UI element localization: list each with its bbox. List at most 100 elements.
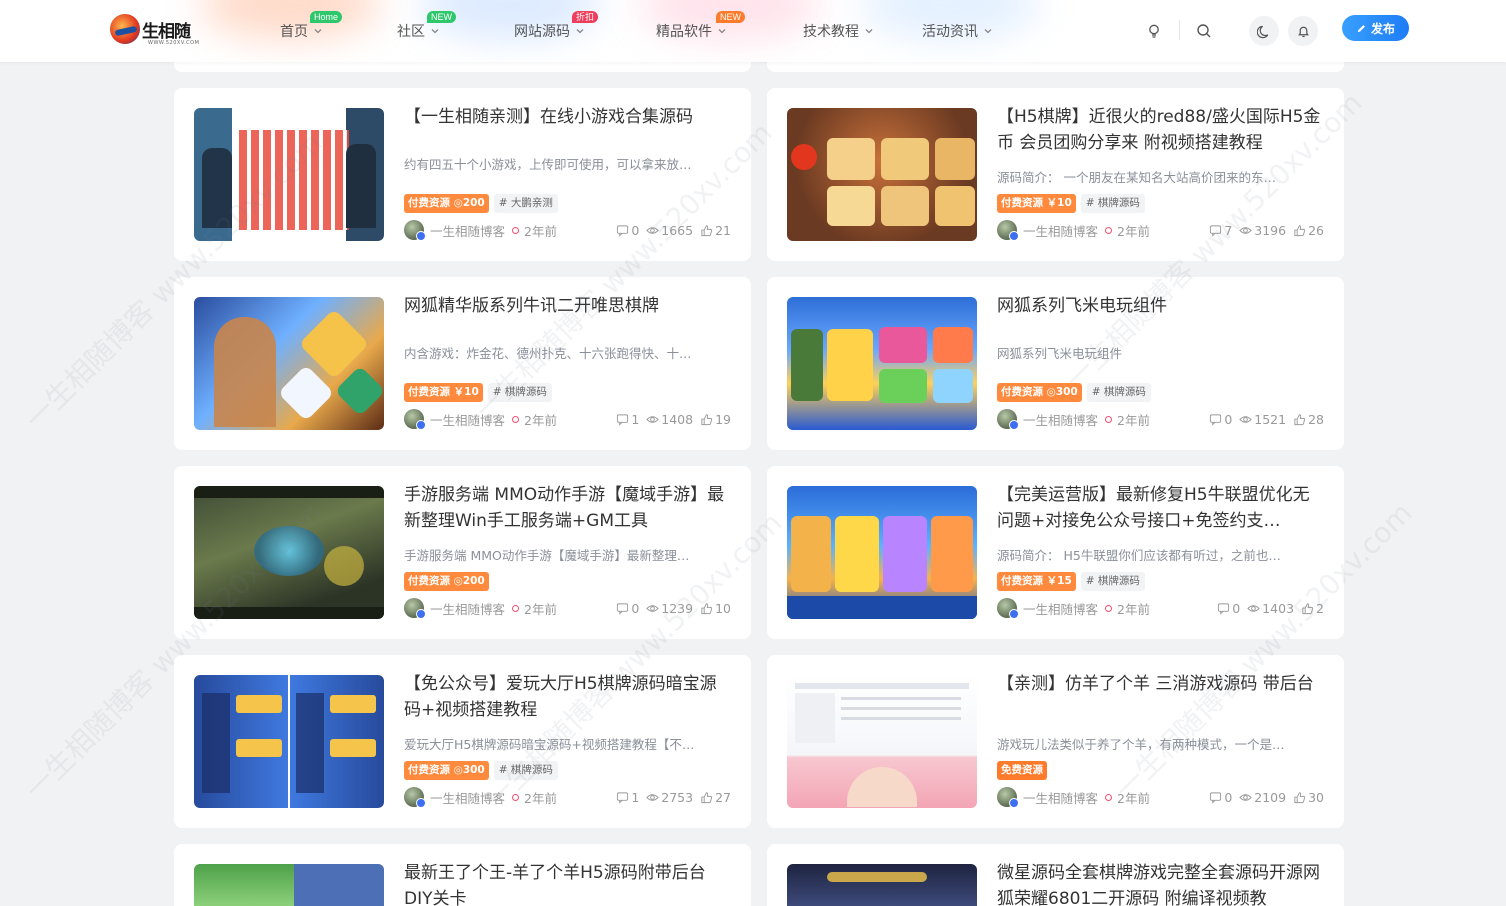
post-meta: 一生相随博客 2年前 0 1521 28	[997, 409, 1324, 430]
thumbs-up-icon	[701, 602, 713, 614]
post-thumbnail[interactable]	[787, 297, 977, 430]
post-card[interactable]: 网狐精华版系列牛讯二开唯思棋牌 内含游戏：炸金花、德州扑克、十六张跑得快、十… …	[174, 277, 751, 450]
category-tag[interactable]: # 棋牌源码	[1080, 572, 1145, 591]
post-thumbnail[interactable]	[787, 675, 977, 808]
author-name[interactable]: 一生相随博客	[430, 788, 505, 807]
author-name[interactable]: 一生相随博客	[1023, 788, 1098, 807]
nav-label: 首页	[280, 24, 308, 40]
price-tag[interactable]: 付费资源 ￥10	[404, 383, 483, 402]
site-logo[interactable]: 生相随 WWW.520XV.COM	[110, 12, 199, 46]
price-tag[interactable]: 付费资源 ￥15	[997, 572, 1076, 591]
category-tag[interactable]: # 棋牌源码	[1086, 383, 1151, 402]
author-name[interactable]: 一生相随博客	[430, 221, 505, 240]
post-thumbnail[interactable]	[194, 675, 384, 808]
post-thumbnail[interactable]	[194, 486, 384, 619]
nav-badge: 折扣	[572, 11, 599, 23]
post-title[interactable]: 【完美运营版】最新修复H5牛联盟优化无问题+对接免公众号接口+免签约支…	[997, 482, 1322, 534]
price-tag[interactable]: 付费资源 ◎300	[997, 383, 1082, 402]
time-dot-icon	[512, 226, 520, 234]
nav-item-news[interactable]: 活动资讯	[922, 0, 1022, 62]
post-meta: 一生相随博客 2年前 0 1665 21	[404, 220, 731, 241]
author-name[interactable]: 一生相随博客	[1023, 221, 1098, 240]
view-count: 1521	[1254, 411, 1287, 427]
price-tag[interactable]: 付费资源 ◎200	[404, 572, 489, 591]
category-tag[interactable]: # 大鹏亲测	[493, 194, 558, 213]
nav-item-software[interactable]: 精品软件 NEW	[656, 0, 803, 62]
comment-count: 7	[1224, 222, 1233, 238]
post-title[interactable]: 【亲测】仿羊了个羊 三消游戏源码 带后台	[997, 671, 1322, 697]
avatar[interactable]	[404, 598, 426, 619]
post-time: 2年前	[1117, 790, 1150, 806]
nav-item-site-source[interactable]: 网站源码 折扣	[514, 0, 656, 62]
like-count[interactable]: 21	[715, 223, 731, 238]
thumbs-up-icon	[1302, 602, 1314, 614]
comment-icon	[1218, 602, 1230, 615]
post-thumbnail[interactable]	[194, 864, 384, 906]
like-count[interactable]: 26	[1308, 223, 1324, 238]
comment-icon	[1210, 791, 1222, 804]
author-name[interactable]: 一生相随博客	[1023, 599, 1098, 618]
publish-button[interactable]: 发布	[1342, 15, 1409, 41]
author-name[interactable]: 一生相随博客	[430, 410, 505, 429]
nav-item-home[interactable]: 首页 Home	[280, 0, 397, 62]
like-count[interactable]: 19	[715, 412, 731, 427]
post-card[interactable]: 【亲测】仿羊了个羊 三消游戏源码 带后台 游戏玩儿法类似于养了个羊，有两种模式，…	[767, 655, 1344, 828]
post-title[interactable]: 网狐系列飞米电玩组件	[997, 293, 1322, 319]
avatar[interactable]	[404, 220, 426, 241]
post-title[interactable]: 最新王了个王-羊了个羊H5源码附带后台DIY关卡	[404, 860, 729, 906]
post-title[interactable]: 【一生相随亲测】在线小游戏合集源码	[404, 104, 729, 130]
nav-badge: NEW	[716, 11, 745, 23]
free-tag[interactable]: 免费资源	[997, 761, 1047, 780]
chevron-down-icon	[865, 29, 873, 34]
post-card[interactable]: 【H5棋牌】近很火的red88/盛火国际H5金币 会员团购分享来 附视频搭建教程…	[767, 88, 1344, 261]
category-tag[interactable]: # 棋牌源码	[1080, 194, 1145, 213]
nav-item-tutorials[interactable]: 技术教程	[803, 0, 922, 62]
avatar[interactable]	[997, 220, 1019, 241]
post-card[interactable]: 【免公众号】爱玩大厅H5棋牌源码暗宝源码+视频搭建教程 爱玩大厅H5棋牌源码暗宝…	[174, 655, 751, 828]
avatar[interactable]	[997, 787, 1019, 808]
dark-mode-moon-icon[interactable]	[1249, 16, 1279, 46]
avatar[interactable]	[404, 787, 426, 808]
search-icon[interactable]	[1189, 16, 1219, 46]
category-tag[interactable]: # 棋牌源码	[487, 383, 552, 402]
post-thumbnail[interactable]	[194, 108, 384, 241]
avatar[interactable]	[997, 409, 1019, 430]
post-card[interactable]: 【一生相随亲测】在线小游戏合集源码 约有四五十个小游戏，上传即可使用，可以拿来放…	[174, 88, 751, 261]
post-title[interactable]: 【H5棋牌】近很火的red88/盛火国际H5金币 会员团购分享来 附视频搭建教程	[997, 104, 1322, 156]
price-tag[interactable]: 付费资源 ◎300	[404, 761, 489, 780]
post-card[interactable]: 最新王了个王-羊了个羊H5源码附带后台DIY关卡	[174, 844, 751, 906]
like-count[interactable]: 28	[1308, 412, 1324, 427]
bulb-icon[interactable]	[1139, 16, 1169, 46]
author-name[interactable]: 一生相随博客	[1023, 410, 1098, 429]
post-title[interactable]: 手游服务端 MMO动作手游【魔域手游】最新整理Win手工服务端+GM工具	[404, 482, 729, 534]
post-thumbnail[interactable]	[787, 864, 977, 906]
post-title[interactable]: 网狐精华版系列牛讯二开唯思棋牌	[404, 293, 729, 319]
like-count[interactable]: 2	[1316, 601, 1324, 616]
post-title[interactable]: 【免公众号】爱玩大厅H5棋牌源码暗宝源码+视频搭建教程	[404, 671, 729, 723]
post-thumbnail[interactable]	[787, 486, 977, 619]
notification-bell-icon[interactable]	[1288, 16, 1318, 46]
post-card[interactable]: 手游服务端 MMO动作手游【魔域手游】最新整理Win手工服务端+GM工具 手游服…	[174, 466, 751, 639]
post-card[interactable]: 网狐系列飞米电玩组件 网狐系列飞米电玩组件 付费资源 ◎300 # 棋牌源码 一…	[767, 277, 1344, 450]
eye-icon	[646, 226, 660, 234]
avatar[interactable]	[997, 598, 1019, 619]
author-name[interactable]: 一生相随博客	[430, 599, 505, 618]
like-count[interactable]: 10	[715, 601, 731, 616]
time-dot-icon	[1105, 415, 1113, 423]
like-count[interactable]: 27	[715, 790, 731, 805]
price-tag[interactable]: 付费资源 ￥10	[997, 194, 1076, 213]
post-card[interactable]: 微星源码全套棋牌游戏完整全套源码开源网狐荣耀6801二开源码 附编译视频教	[767, 844, 1344, 906]
post-title[interactable]: 微星源码全套棋牌游戏完整全套源码开源网狐荣耀6801二开源码 附编译视频教	[997, 860, 1322, 906]
category-tag[interactable]: # 棋牌源码	[493, 761, 558, 780]
post-tags: 付费资源 ◎200 # 大鹏亲测	[404, 194, 558, 214]
avatar[interactable]	[404, 409, 426, 430]
like-count[interactable]: 30	[1308, 790, 1324, 805]
comment-icon	[617, 791, 629, 804]
post-thumbnail[interactable]	[194, 297, 384, 430]
nav-item-community[interactable]: 社区 NEW	[397, 0, 514, 62]
post-excerpt: 约有四五十个小游戏，上传即可使用，可以拿来放…	[404, 157, 692, 172]
time-dot-icon	[1105, 226, 1113, 234]
price-tag[interactable]: 付费资源 ◎200	[404, 194, 489, 213]
post-card[interactable]: 【完美运营版】最新修复H5牛联盟优化无问题+对接免公众号接口+免签约支… 源码简…	[767, 466, 1344, 639]
post-thumbnail[interactable]	[787, 108, 977, 241]
